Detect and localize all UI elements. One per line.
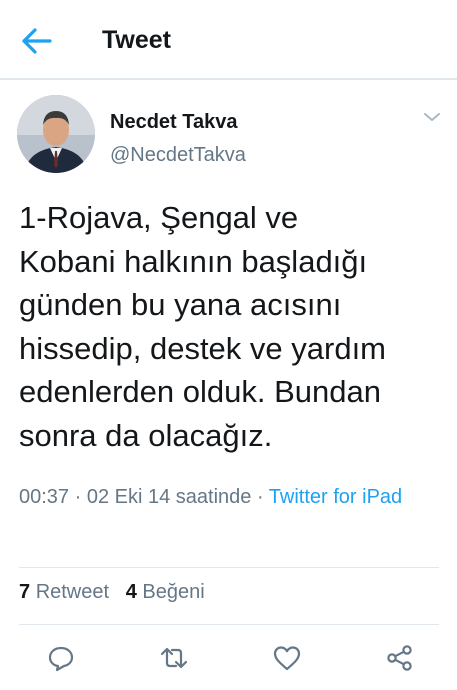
like-count: 4 [125,581,137,603]
tweet-menu-button[interactable] [422,110,442,124]
author-handle[interactable]: @NecdetTakva [110,144,246,167]
heart-icon [273,646,301,671]
retweet-label: Retweet [35,581,110,603]
reply-button[interactable] [46,644,76,672]
retweet-icon [160,647,188,669]
header-bar: Tweet [0,0,457,80]
avatar[interactable] [17,95,95,173]
back-button[interactable] [20,24,60,58]
author-name[interactable]: Necdet Takva [110,111,237,134]
share-button[interactable] [385,644,415,672]
profile-photo [17,95,95,173]
tweet-meta: 00:37 · 02 Eki 14 saatinde · Twitter for… [19,482,449,513]
retweet-button[interactable] [159,644,189,672]
chevron-down-icon [424,113,440,121]
divider [19,624,439,625]
tweet-stats: 7 Retweet 4 Beğeni [19,581,205,604]
retweet-count: 7 [19,581,31,603]
share-icon [387,645,412,671]
arrow-left-icon [22,28,52,54]
tweet-text: 1-Rojava, Şengal ve Kobani halkının başl… [19,200,387,453]
like-label: Beğeni [142,581,205,603]
retweet-stat[interactable]: 7 Retweet [19,581,109,603]
divider [19,567,439,568]
tweet-source-link[interactable]: Twitter for iPad [269,486,402,508]
reply-icon [48,646,74,672]
page-title: Tweet [102,26,171,54]
tweet-timestamp: 00:37 · 02 Eki 14 saatinde · [19,486,269,508]
like-stat[interactable]: 4 Beğeni [126,581,205,603]
like-button[interactable] [272,644,302,672]
